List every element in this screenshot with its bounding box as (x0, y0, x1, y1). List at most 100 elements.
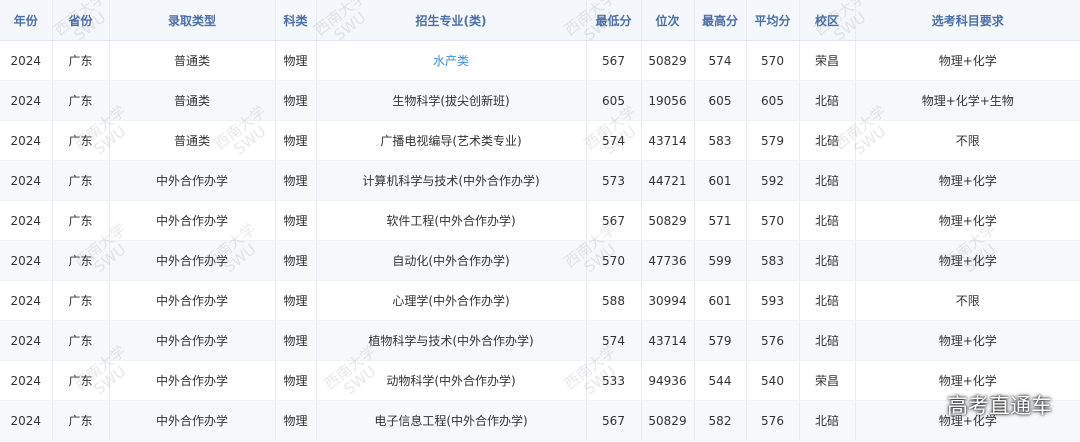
cell-max-score: 571 (694, 200, 747, 241)
cell-subject-category: 物理 (275, 320, 317, 361)
cell-province: 广东 (52, 280, 110, 321)
cell-subject-requirement: 不限 (855, 120, 1080, 161)
cell-subject-category: 物理 (275, 280, 317, 321)
cell-major: 生物科学(拔尖创新班) (316, 80, 587, 121)
table-header-row: 年份 省份 录取类型 科类 招生专业(类) 最低分 位次 最高分 平均分 校区 … (0, 0, 1080, 41)
cell-major: 心理学(中外合作办学) (316, 280, 587, 321)
header-subject-requirement: 选考科目要求 (855, 0, 1080, 41)
cell-avg-score: 579 (746, 120, 800, 161)
cell-max-score: 583 (694, 120, 747, 161)
cell-year: 2024 (0, 80, 53, 121)
table-row: 2024 广东 中外合作办学 物理 软件工程(中外合作办学) 567 50829… (0, 200, 1080, 241)
cell-avg-score: 576 (746, 400, 800, 441)
cell-avg-score: 592 (746, 160, 800, 201)
cell-min-score: 567 (586, 400, 642, 441)
cell-province: 广东 (52, 400, 110, 441)
header-subject-category: 科类 (275, 0, 317, 41)
header-avg-score: 平均分 (746, 0, 800, 41)
cell-major: 软件工程(中外合作办学) (316, 200, 587, 241)
cell-admission-type: 中外合作办学 (109, 240, 276, 281)
cell-campus: 北碚 (799, 160, 856, 201)
cell-min-score: 588 (586, 280, 642, 321)
cell-rank: 44721 (641, 160, 695, 201)
cell-max-score: 601 (694, 160, 747, 201)
cell-major: 广播电视编导(艺术类专业) (316, 120, 587, 161)
cell-avg-score: 576 (746, 320, 800, 361)
cell-subject-requirement: 物理+化学 (855, 40, 1080, 81)
cell-year: 2024 (0, 40, 53, 81)
brand-caption: 高考直通车 (947, 394, 1052, 418)
cell-year: 2024 (0, 240, 53, 281)
cell-admission-type: 中外合作办学 (109, 360, 276, 401)
cell-rank: 50829 (641, 200, 695, 241)
cell-avg-score: 593 (746, 280, 800, 321)
header-province: 省份 (52, 0, 110, 41)
table-row: 2024 广东 普通类 物理 生物科学(拔尖创新班) 605 19056 605… (0, 80, 1080, 121)
cell-max-score: 601 (694, 280, 747, 321)
cell-province: 广东 (52, 40, 110, 81)
cell-major: 电子信息工程(中外合作办学) (316, 400, 587, 441)
table-row: 2024 广东 普通类 物理 水产类 567 50829 574 570 荣昌 … (0, 40, 1080, 81)
cell-major-link[interactable]: 水产类 (316, 40, 587, 81)
cell-subject-requirement: 物理+化学 (855, 200, 1080, 241)
table-row: 2024 广东 中外合作办学 物理 动物科学(中外合作办学) 533 94936… (0, 360, 1080, 401)
cell-province: 广东 (52, 80, 110, 121)
cell-min-score: 567 (586, 200, 642, 241)
cell-subject-category: 物理 (275, 120, 317, 161)
cell-year: 2024 (0, 360, 53, 401)
cell-admission-type: 中外合作办学 (109, 200, 276, 241)
cell-max-score: 605 (694, 80, 747, 121)
cell-rank: 30994 (641, 280, 695, 321)
cell-avg-score: 583 (746, 240, 800, 281)
cell-rank: 43714 (641, 320, 695, 361)
cell-min-score: 570 (586, 240, 642, 281)
cell-min-score: 567 (586, 40, 642, 81)
cell-campus: 北碚 (799, 400, 856, 441)
cell-year: 2024 (0, 320, 53, 361)
cell-subject-category: 物理 (275, 160, 317, 201)
header-admission-type: 录取类型 (109, 0, 276, 41)
cell-major: 动物科学(中外合作办学) (316, 360, 587, 401)
cell-campus: 北碚 (799, 280, 856, 321)
cell-campus: 北碚 (799, 120, 856, 161)
cell-subject-requirement: 物理+化学 (855, 160, 1080, 201)
cell-subject-category: 物理 (275, 240, 317, 281)
header-year: 年份 (0, 0, 53, 41)
cell-max-score: 574 (694, 40, 747, 81)
cell-subject-requirement: 物理+化学+生物 (855, 80, 1080, 121)
cell-admission-type: 普通类 (109, 80, 276, 121)
table-row: 2024 广东 普通类 物理 广播电视编导(艺术类专业) 574 43714 5… (0, 120, 1080, 161)
cell-min-score: 605 (586, 80, 642, 121)
table-row: 2024 广东 中外合作办学 物理 计算机科学与技术(中外合作办学) 573 4… (0, 160, 1080, 201)
cell-max-score: 582 (694, 400, 747, 441)
cell-min-score: 574 (586, 120, 642, 161)
cell-admission-type: 普通类 (109, 40, 276, 81)
header-min-score: 最低分 (586, 0, 642, 41)
cell-subject-category: 物理 (275, 40, 317, 81)
cell-subject-requirement: 物理+化学 (855, 320, 1080, 361)
cell-province: 广东 (52, 320, 110, 361)
cell-province: 广东 (52, 360, 110, 401)
cell-rank: 43714 (641, 120, 695, 161)
cell-max-score: 544 (694, 360, 747, 401)
cell-rank: 94936 (641, 360, 695, 401)
cell-campus: 北碚 (799, 80, 856, 121)
cell-campus: 荣昌 (799, 360, 856, 401)
header-campus: 校区 (799, 0, 856, 41)
header-major: 招生专业(类) (316, 0, 587, 41)
cell-year: 2024 (0, 160, 53, 201)
cell-avg-score: 570 (746, 40, 800, 81)
cell-min-score: 533 (586, 360, 642, 401)
cell-year: 2024 (0, 200, 53, 241)
cell-min-score: 573 (586, 160, 642, 201)
cell-subject-category: 物理 (275, 400, 317, 441)
cell-campus: 荣昌 (799, 40, 856, 81)
cell-subject-category: 物理 (275, 360, 317, 401)
table-row: 2024 广东 中外合作办学 物理 植物科学与技术(中外合作办学) 574 43… (0, 320, 1080, 361)
cell-campus: 北碚 (799, 320, 856, 361)
admission-scores-table: 年份 省份 录取类型 科类 招生专业(类) 最低分 位次 最高分 平均分 校区 … (0, 0, 1080, 441)
cell-province: 广东 (52, 160, 110, 201)
cell-min-score: 574 (586, 320, 642, 361)
cell-campus: 北碚 (799, 240, 856, 281)
cell-max-score: 579 (694, 320, 747, 361)
